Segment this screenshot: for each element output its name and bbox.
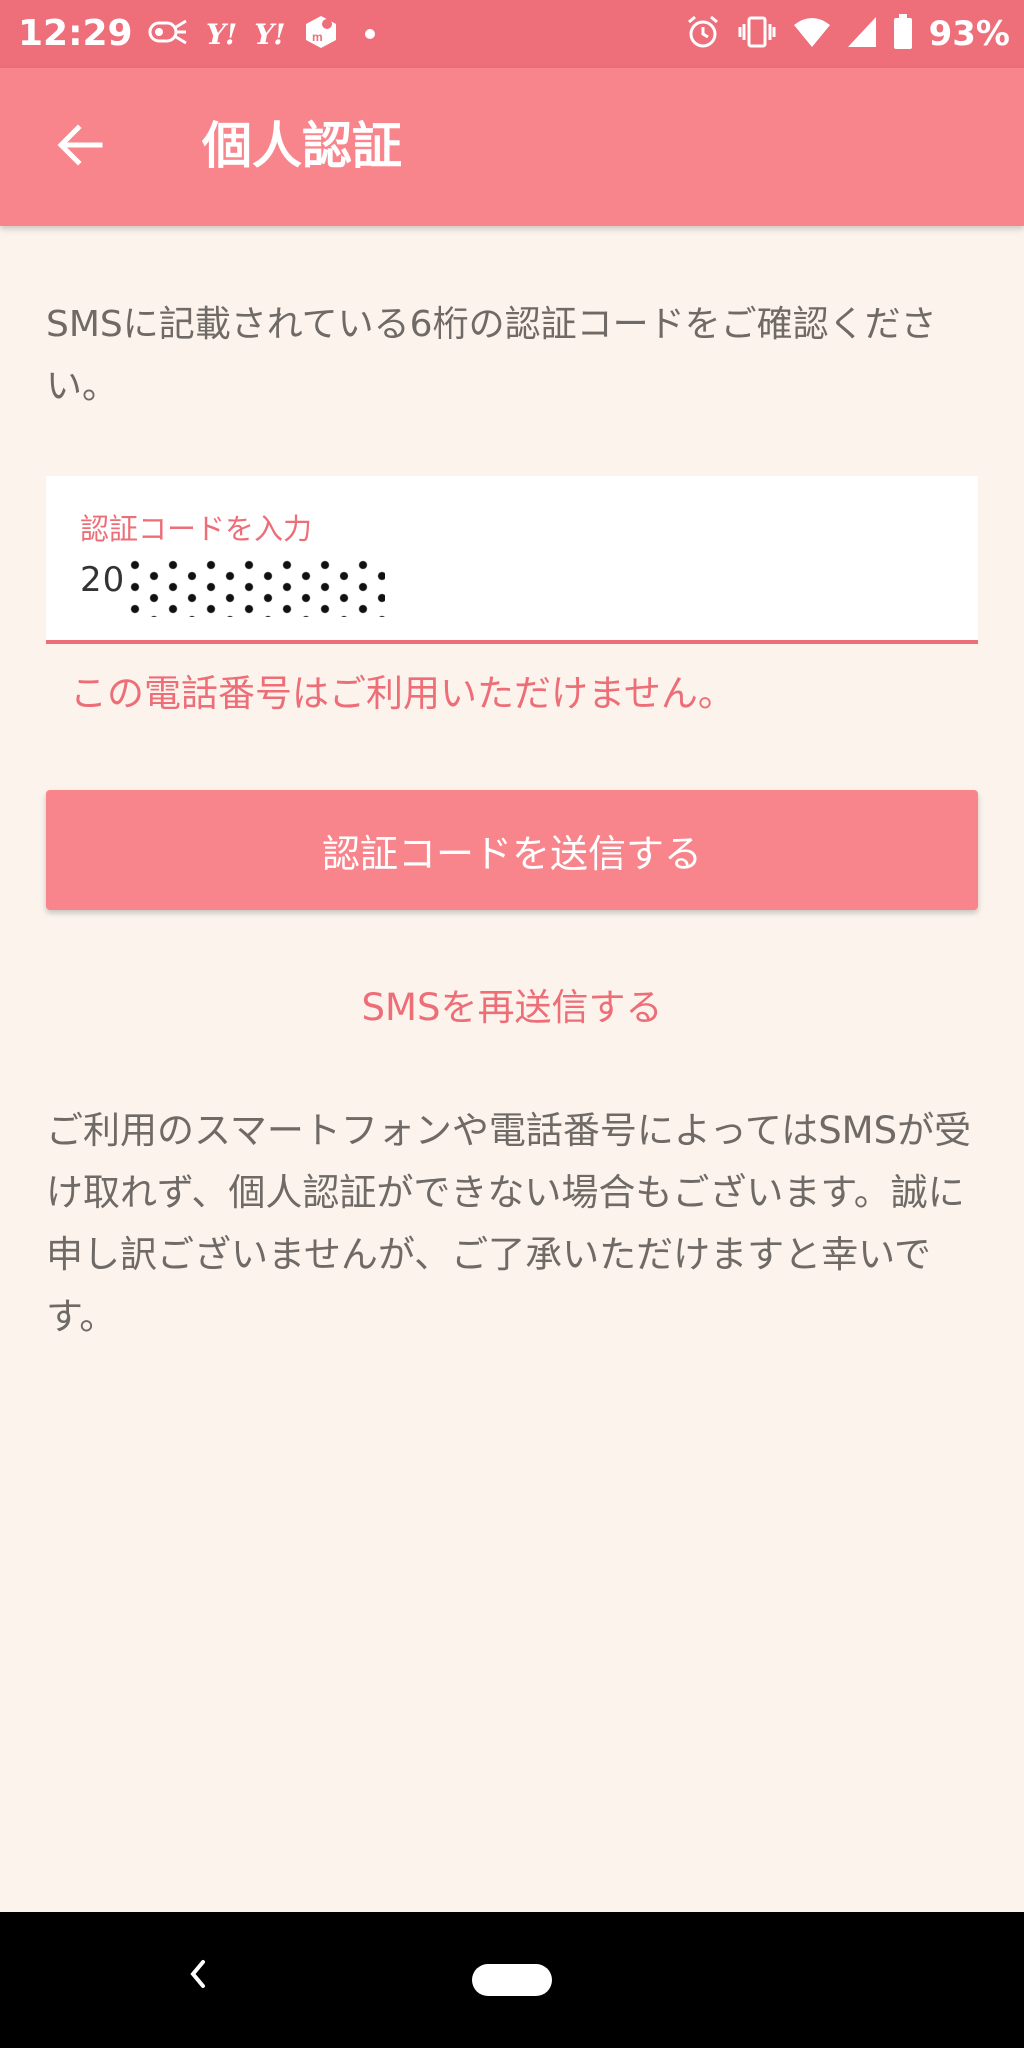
vibrate-icon [737,14,777,54]
status-bar: 12:29 Y! Y! m 93% [0,0,1024,68]
arrow-left-icon [54,119,106,175]
battery-percent: 93% [928,14,1010,54]
notification-icons: Y! Y! m [148,10,375,58]
notice-text: ご利用のスマートフォンや電話番号によってはSMSが受け取れず、個人認証ができない… [46,1109,972,1338]
input-label: 認証コードを入力 [80,512,313,546]
yahoo-icon: Y! [206,17,237,51]
navigation-bar [0,1912,1024,2048]
wifi-icon [793,16,831,52]
notification-dot-icon [364,29,375,39]
status-time: 12:29 [18,13,133,54]
broadcast-icon [148,17,188,51]
resend-sms-link[interactable]: SMSを再送信する [0,978,1024,1038]
alarm-icon [685,14,721,54]
app-bar: 個人認証 [0,68,1024,226]
yahoo-icon: Y! [254,17,285,51]
nav-home-pill-icon[interactable] [472,1964,552,1996]
nav-back-button[interactable] [168,1946,228,2006]
back-button[interactable] [40,107,120,187]
cell-signal-icon [847,16,877,52]
battery-icon [893,14,913,54]
error-message: この電話番号はご利用いただけません。 [70,672,735,715]
page-title: 個人認証 [202,117,402,175]
instruction-text: SMSに記載されている6桁の認証コードをご確認ください。 [46,304,937,407]
submit-code-button[interactable]: 認証コードを送信する [46,790,978,910]
system-icons: 93% [685,10,1010,58]
nav-back-icon [183,1954,213,1998]
redaction-mask [135,565,385,617]
verification-code-input[interactable]: 認証コードを入力 20 [46,476,978,644]
mercari-icon: m [303,14,339,54]
svg-text:m: m [312,30,323,44]
